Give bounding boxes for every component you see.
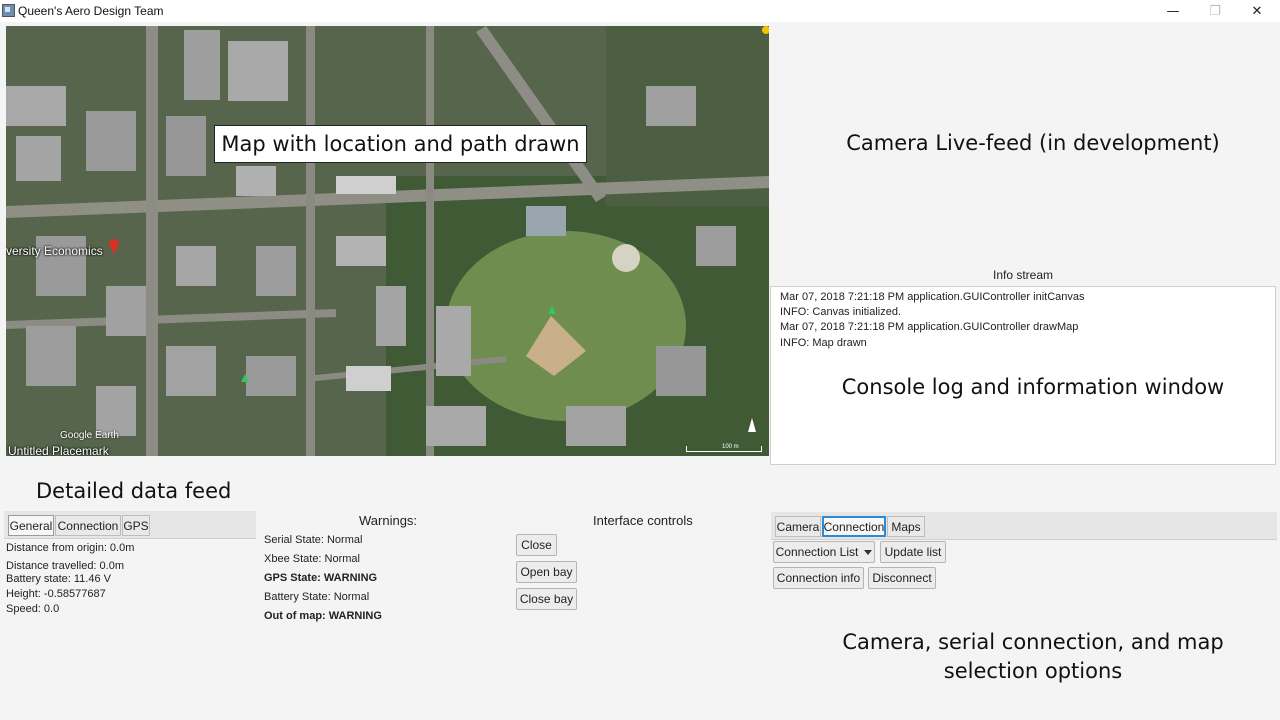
distance-travelled: Distance travelled: 0.0m [6, 560, 124, 572]
map-view[interactable]: Map with location and path drawn versity… [6, 26, 769, 456]
log-line: INFO: Map drawn [780, 337, 867, 349]
options-annotation-line2: selection options [943, 659, 1123, 683]
tab-camera[interactable]: Camera [775, 516, 821, 537]
title-bar: Queen's Aero Design Team — ❐ ✕ [0, 0, 1280, 22]
distance-from-origin: Distance from origin: 0.0m [6, 542, 135, 554]
open-bay-button[interactable]: Open bay [516, 561, 577, 583]
warning-gps-state: GPS State: WARNING [264, 572, 378, 584]
connection-list-dropdown[interactable]: Connection List [773, 541, 875, 563]
update-list-button[interactable]: Update list [880, 541, 946, 563]
interface-controls-title: Interface controls [593, 513, 693, 528]
placemark-label: Untitled Placemark [8, 444, 109, 456]
map-scale-label: 100 m [722, 444, 739, 450]
tab-gps[interactable]: GPS [122, 515, 150, 536]
warnings-title: Warnings: [359, 513, 418, 528]
warning-battery-state: Battery State: Normal [264, 591, 370, 603]
close-bay-button[interactable]: Close bay [516, 588, 577, 610]
log-line: INFO: Canvas initialized. [780, 306, 902, 318]
tab-connection[interactable]: Connection [55, 515, 121, 536]
connection-info-button[interactable]: Connection info [773, 567, 864, 589]
tab-connection-options[interactable]: Connection [822, 516, 886, 537]
chevron-down-icon [864, 550, 873, 555]
maximize-button[interactable]: ❐ [1194, 0, 1236, 22]
options-tabbar: Camera Connection Maps [771, 512, 1277, 540]
window-title: Queen's Aero Design Team [18, 4, 164, 18]
options-annotation-line1: Camera, serial connection, and map [842, 630, 1224, 654]
disconnect-button[interactable]: Disconnect [868, 567, 936, 589]
tab-general[interactable]: General [8, 515, 54, 536]
console-annotation: Console log and information window [841, 375, 1225, 399]
log-line: Mar 07, 2018 7:21:18 PM application.GUIC… [780, 291, 1085, 303]
tab-maps[interactable]: Maps [887, 516, 925, 537]
app-icon [2, 4, 15, 17]
height-value: Height: -0.58577687 [6, 588, 106, 600]
connection-list-label: Connection List [775, 545, 859, 559]
warning-out-of-map: Out of map: WARNING [264, 610, 382, 622]
battery-state: Battery state: 11.46 V [6, 573, 111, 585]
info-stream-title: Info stream [992, 268, 1054, 282]
log-line: Mar 07, 2018 7:21:18 PM application.GUIC… [780, 321, 1079, 333]
map-place-label: versity Economics [6, 244, 103, 258]
camera-feed-annotation: Camera Live-feed (in development) [846, 131, 1220, 155]
warning-serial-state: Serial State: Normal [264, 534, 363, 546]
map-watermark: Google Earth [60, 430, 119, 441]
info-stream-console[interactable]: Mar 07, 2018 7:21:18 PM application.GUIC… [770, 286, 1276, 465]
speed-value: Speed: 0.0 [6, 603, 60, 615]
warning-xbee-state: Xbee State: Normal [264, 553, 360, 565]
data-feed-annotation: Detailed data feed [36, 479, 232, 503]
data-feed-tabbar: General Connection GPS [4, 511, 256, 539]
close-button[interactable]: Close [516, 534, 557, 556]
minimize-button[interactable]: — [1152, 0, 1194, 22]
map-annotation: Map with location and path drawn [214, 125, 587, 163]
options-annotation: Camera, serial connection, and map selec… [790, 628, 1276, 686]
close-window-button[interactable]: ✕ [1236, 0, 1278, 22]
map-corner-marker [762, 26, 769, 34]
satellite-map-image [6, 26, 769, 456]
